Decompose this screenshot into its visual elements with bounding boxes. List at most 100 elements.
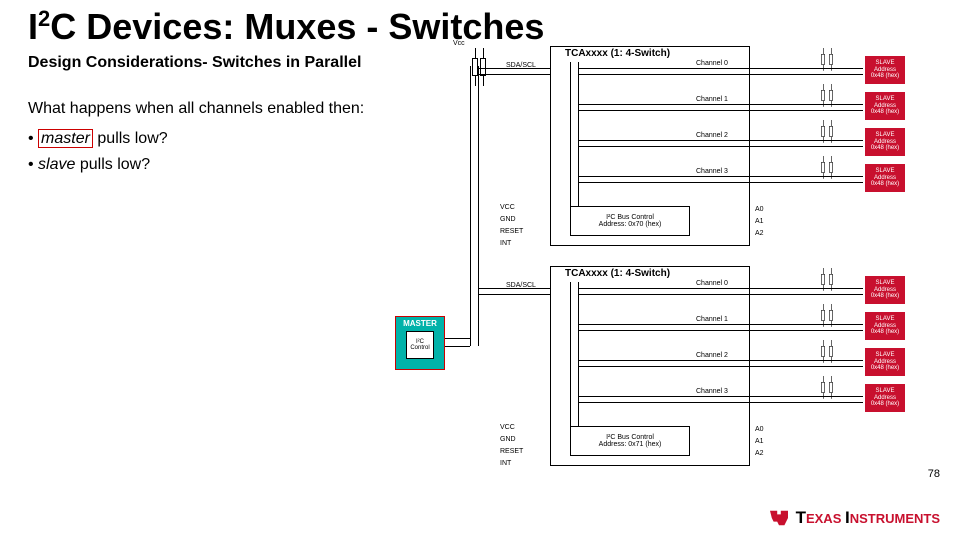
pin-a2: A2 [755,230,764,237]
bus-ctrl-addr-top: Address: 0x70 (hex) [571,221,689,228]
logo-exas: EXAS [806,511,845,526]
master-label: MASTER [403,319,437,328]
slave-l3: 0x48 (hex) [865,329,905,336]
wire [478,288,550,289]
wire [578,110,863,111]
pin-gnd: GND [500,216,516,223]
slave-l2: Address [865,139,905,146]
channel-label: Channel 3 [695,388,729,395]
slave-l1: SLAVE [865,132,905,139]
slave-block: SLAVE Address 0x48 (hex) [865,56,905,84]
bullet-slave: slave pulls low? [28,156,168,174]
term-slave: slave [38,156,75,173]
channel-label: Channel 2 [695,132,729,139]
slave-block: SLAVE Address 0x48 (hex) [865,164,905,192]
bus-ctrl-l1b: I²C Bus Control [571,434,689,441]
channel-label: Channel 1 [695,96,729,103]
pin-reset: RESET [500,228,523,235]
question-text: What happens when all channels enabled t… [28,100,364,118]
slave-block: SLAVE Address 0x48 (hex) [865,92,905,120]
slave-l2: Address [865,175,905,182]
wire [578,366,863,367]
slave-l1: SLAVE [865,60,905,67]
master-inner: I²C Control [406,331,434,359]
bullet-rest-1: pulls low? [75,156,150,173]
wire [578,74,863,75]
slave-l2: Address [865,103,905,110]
slave-l3: 0x48 (hex) [865,73,905,80]
bus-control-top: I²C Bus Control Address: 0x70 (hex) [570,206,690,236]
slave-l3: 0x48 (hex) [865,181,905,188]
diagram: MASTER I²C Control Vcc TCAxxxx (1: 4-Swi… [445,46,945,486]
wire [570,62,571,206]
logo-t: T [796,508,806,527]
ti-icon [768,509,790,527]
ti-logo: TEXAS INSTRUMENTS [768,508,940,528]
pin-a0: A0 [755,426,764,433]
slave-l1: SLAVE [865,280,905,287]
title-super: 2 [38,6,50,31]
wire [578,282,579,426]
ti-logo-text: TEXAS INSTRUMENTS [796,508,940,528]
pin-reset: RESET [500,448,523,455]
wire [570,282,571,426]
channel-label: Channel 1 [695,316,729,323]
slave-l1: SLAVE [865,316,905,323]
pin-a1: A1 [755,438,764,445]
slave-l2: Address [865,395,905,402]
slave-block: SLAVE Address 0x48 (hex) [865,128,905,156]
bus-control-bot: I²C Bus Control Address: 0x71 (hex) [570,426,690,456]
pin-a2: A2 [755,450,764,457]
pullup-resistor [826,268,836,292]
slide-title: I2C Devices: Muxes - Switches [28,6,544,48]
pin-int: INT [500,460,511,467]
slave-l3: 0x48 (hex) [865,109,905,116]
pullup-resistor [826,156,836,180]
vcc-label: Vcc [453,40,465,47]
wire [578,182,863,183]
bullet-rest-0: pulls low? [93,130,168,147]
channel-label: Channel 2 [695,352,729,359]
bus-ctrl-addr-bot: Address: 0x71 (hex) [571,441,689,448]
title-prefix: I [28,6,38,47]
pullup-resistor [826,48,836,72]
slave-l3: 0x48 (hex) [865,145,905,152]
wire [478,294,550,295]
page-number: 78 [928,468,940,480]
pin-a1: A1 [755,218,764,225]
subtitle: Design Considerations- Switches in Paral… [28,54,361,72]
master-inner-2: Control [410,345,429,351]
bus-ctrl-l1: I²C Bus Control [571,214,689,221]
wire [578,330,863,331]
wire [478,66,479,346]
wire [445,338,470,339]
bullet-master: master pulls low? [28,130,168,148]
master-block: MASTER I²C Control [395,316,445,370]
slave-block: SLAVE Address 0x48 (hex) [865,348,905,376]
slave-l3: 0x48 (hex) [865,365,905,372]
slave-l3: 0x48 (hex) [865,293,905,300]
bullet-list: master pulls low? slave pulls low? [28,130,168,182]
pullup-resistor [826,120,836,144]
wire [445,346,470,347]
logo-nstr: NSTRUMENTS [850,511,940,526]
pullup-resistor [826,84,836,108]
channel-label: Channel 3 [695,168,729,175]
pullup-resistor [826,340,836,364]
pin-vcc: VCC [500,424,515,431]
slave-l1: SLAVE [865,168,905,175]
pullup-resistor [826,376,836,400]
switch-title-top: TCAxxxx (1: 4-Switch) [563,48,672,59]
slave-l2: Address [865,359,905,366]
slave-l1: SLAVE [865,96,905,103]
wire [470,66,471,346]
slave-block: SLAVE Address 0x48 (hex) [865,312,905,340]
title-rest: C Devices: Muxes - Switches [50,6,544,47]
slave-block: SLAVE Address 0x48 (hex) [865,384,905,412]
pin-vcc: VCC [500,204,515,211]
wire [578,146,863,147]
wire [478,68,550,69]
pullup-resistor [826,304,836,328]
switch-title-bot: TCAxxxx (1: 4-Switch) [563,268,672,279]
channel-label: Channel 0 [695,280,729,287]
